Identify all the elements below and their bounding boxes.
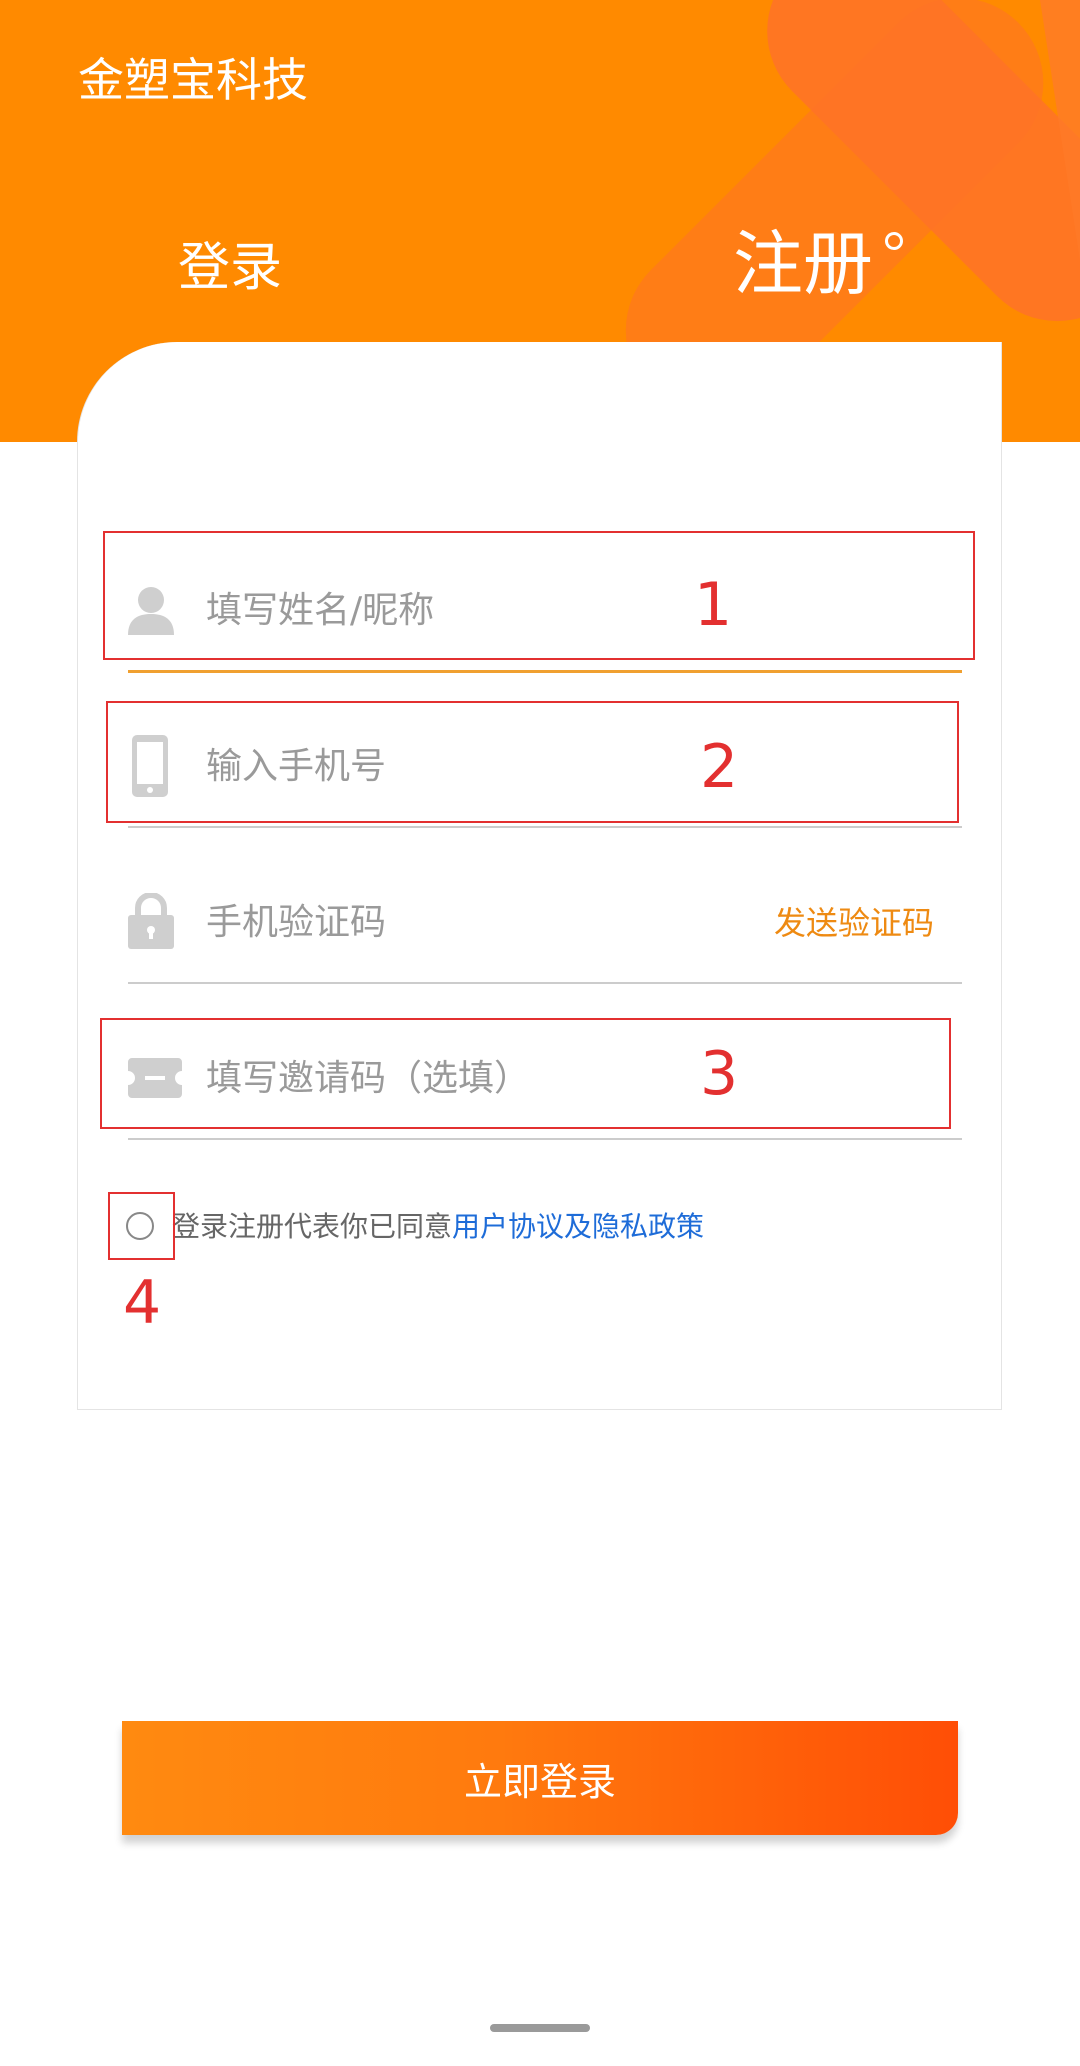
name-input[interactable] — [206, 555, 806, 665]
name-field — [128, 555, 962, 665]
agreement-link[interactable]: 用户协议及隐私政策 — [452, 1210, 704, 1243]
tab-register[interactable]: 注册 — [733, 218, 903, 310]
code-underline — [128, 982, 962, 984]
ticket-icon — [128, 1058, 182, 1098]
submit-button[interactable]: 立即登录 — [122, 1721, 958, 1835]
phone-icon — [132, 735, 168, 797]
send-code-button[interactable]: 发送验证码 — [774, 901, 934, 945]
code-field: 发送验证码 — [128, 867, 962, 977]
phone-input[interactable] — [206, 711, 806, 821]
invite-field — [128, 1023, 962, 1133]
active-tab-dot — [885, 232, 903, 250]
phone-field — [128, 711, 962, 821]
invite-underline — [128, 1138, 962, 1140]
name-underline — [128, 670, 962, 673]
invite-input[interactable] — [206, 1023, 806, 1133]
app-title: 金塑宝科技 — [78, 53, 308, 107]
home-indicator[interactable] — [490, 2024, 590, 2032]
lock-icon — [128, 893, 174, 949]
tab-register-label: 注册 — [733, 223, 873, 305]
user-icon — [128, 587, 174, 635]
phone-underline — [128, 826, 962, 828]
agreement-text-plain: 登录注册代表你已同意 — [172, 1210, 453, 1243]
tab-login[interactable]: 登录 — [178, 232, 282, 304]
agreement-text: 登录注册代表你已同意用户协议及隐私政策 — [172, 1207, 704, 1247]
code-input[interactable] — [206, 867, 806, 977]
agreement-checkbox[interactable] — [126, 1212, 154, 1240]
